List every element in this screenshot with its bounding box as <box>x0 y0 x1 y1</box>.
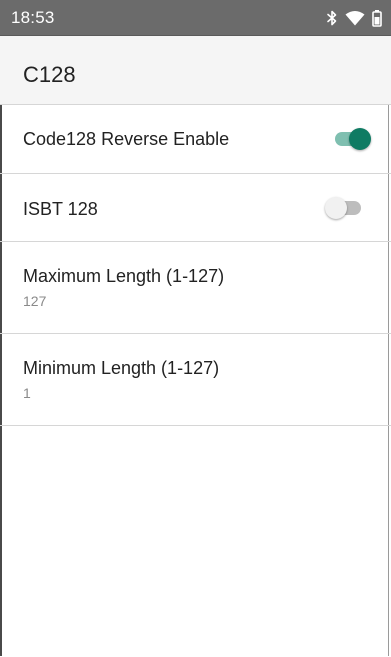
pref-row-minimum-length[interactable]: Minimum Length (1-127) 1 <box>0 334 391 426</box>
status-icons <box>326 8 382 28</box>
pref-title: Code128 Reverse Enable <box>23 129 230 149</box>
isbt-128-switch[interactable] <box>325 194 365 222</box>
page-title: C128 <box>23 62 76 87</box>
pref-row-code128-reverse-enable[interactable]: Code128 Reverse Enable <box>0 105 391 174</box>
pref-row-isbt-128[interactable]: ISBT 128 <box>0 174 391 242</box>
wifi-icon <box>345 10 365 26</box>
switch-thumb <box>325 197 347 219</box>
app-bar: C128 <box>0 36 391 105</box>
code128-reverse-enable-switch[interactable] <box>331 125 371 153</box>
status-time: 18:53 <box>11 8 55 27</box>
switch-thumb <box>349 128 371 150</box>
pref-title: Minimum Length (1-127) <box>23 358 220 378</box>
pref-summary: 1 <box>23 385 31 401</box>
pref-row-maximum-length[interactable]: Maximum Length (1-127) 127 <box>0 242 391 334</box>
pref-summary: 127 <box>23 293 47 309</box>
battery-icon <box>372 9 382 27</box>
status-bar: 18:53 <box>0 0 391 36</box>
bluetooth-icon <box>326 10 338 26</box>
pref-title: ISBT 128 <box>23 199 98 219</box>
pref-title: Maximum Length (1-127) <box>23 266 225 286</box>
